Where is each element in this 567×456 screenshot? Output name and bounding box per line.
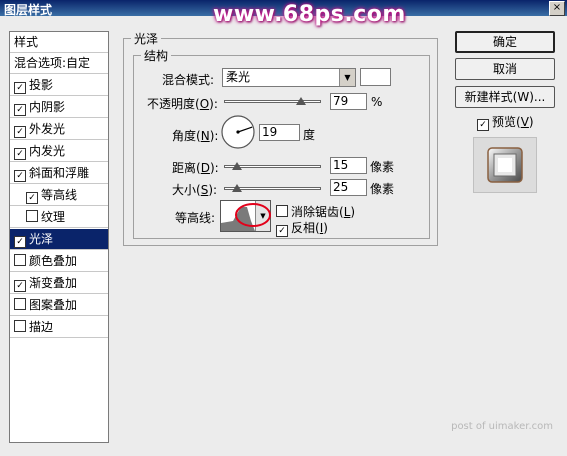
size-input[interactable]: 25 (330, 179, 367, 196)
opacity-slider-thumb[interactable] (295, 97, 306, 105)
checkbox[interactable]: ✓ (14, 82, 26, 94)
style-item-label: 等高线 (41, 188, 78, 202)
checkbox[interactable] (14, 320, 26, 332)
opacity-unit: % (371, 95, 383, 109)
structure-group-title: 结构 (141, 47, 172, 64)
blend-mode-select[interactable]: 柔光 ▼ (222, 68, 356, 87)
close-button[interactable]: × (549, 1, 565, 16)
cancel-button[interactable]: 取消 (455, 58, 555, 80)
opacity-input[interactable]: 79 (330, 93, 367, 110)
contour-label: 等高线: (175, 211, 216, 225)
preview-bevel-icon (487, 147, 523, 183)
style-item-blending-options[interactable]: 混合选项:自定 (10, 53, 108, 74)
opacity-label: 不透明度(O): (147, 97, 218, 111)
style-item-pattern-overlay[interactable]: 图案叠加 (10, 295, 108, 316)
checkbox[interactable]: ✓ (14, 280, 26, 292)
satin-group-title: 光泽 (131, 30, 162, 47)
distance-unit: 像素 (370, 160, 395, 174)
style-item-contour[interactable]: ✓ 等高线 (10, 185, 108, 206)
style-item-inner-shadow[interactable]: ✓ 内阴影 (10, 97, 108, 118)
style-item-label: 渐变叠加 (29, 276, 78, 290)
style-item-label: 描边 (29, 320, 54, 334)
checkbox[interactable]: ✓ (26, 192, 38, 204)
distance-label: 距离(D): (172, 161, 219, 175)
style-item-label: 纹理 (41, 210, 66, 224)
opacity-slider[interactable] (224, 100, 321, 103)
style-item-satin[interactable]: ✓ 光泽 (10, 229, 108, 250)
style-item-label: 投影 (29, 78, 54, 92)
size-label: 大小(S): (172, 183, 218, 197)
chevron-down-icon: ▼ (339, 69, 355, 86)
style-item-color-overlay[interactable]: 颜色叠加 (10, 251, 108, 272)
checkbox[interactable]: ✓ (14, 104, 26, 116)
style-preview-thumbnail (473, 137, 537, 193)
angle-unit: 度 (303, 128, 316, 142)
invert-checkbox[interactable]: ✓ (276, 225, 288, 237)
style-item-texture[interactable]: 纹理 (10, 207, 108, 228)
style-item-label: 外发光 (29, 122, 66, 136)
blend-mode-label: 混合模式: (162, 73, 215, 87)
size-slider-thumb[interactable] (232, 184, 242, 192)
style-item-inner-glow[interactable]: ✓ 内发光 (10, 141, 108, 162)
footer-credit: post of uimaker.com (451, 421, 553, 432)
preview-option[interactable]: ✓ 预览(V) (477, 113, 534, 131)
blend-mode-value: 柔光 (226, 70, 251, 84)
annotation-circle (235, 203, 271, 227)
style-item-drop-shadow[interactable]: ✓ 投影 (10, 75, 108, 96)
style-list: 样式 混合选项:自定 ✓ 投影 ✓ 内阴影 ✓ 外发光 ✓ 内发光 ✓ 斜面和浮雕 ✓ 等高… (9, 31, 109, 443)
style-item-label: 内发光 (29, 144, 66, 158)
blend-color-swatch[interactable] (360, 68, 391, 86)
checkbox[interactable] (14, 298, 26, 310)
new-style-button[interactable]: 新建样式(W)... (455, 86, 555, 108)
checkbox[interactable]: ✓ (14, 236, 26, 248)
ok-button[interactable]: 确定 (455, 31, 555, 53)
style-item-label: 光泽 (29, 232, 54, 246)
style-item-label: 图案叠加 (29, 298, 78, 312)
style-item-label: 内阴影 (29, 100, 66, 114)
angle-dial[interactable] (220, 114, 256, 150)
checkbox[interactable]: ✓ (14, 170, 26, 182)
antialias-option[interactable]: 消除锯齿(L) (276, 203, 355, 220)
style-item-gradient-overlay[interactable]: ✓ 渐变叠加 (10, 273, 108, 294)
size-unit: 像素 (370, 182, 395, 196)
style-item-label: 混合选项:自定 (14, 56, 91, 70)
checkbox[interactable]: ✓ (14, 126, 26, 138)
checkbox[interactable] (14, 254, 26, 266)
antialias-checkbox[interactable] (276, 205, 288, 217)
window-title: 图层样式 (4, 3, 53, 17)
distance-input[interactable]: 15 (330, 157, 367, 174)
checkbox[interactable] (26, 210, 38, 222)
angle-input[interactable]: 19 (259, 124, 300, 141)
style-item-label: 斜面和浮雕 (29, 166, 90, 180)
style-list-header[interactable]: 样式 (10, 32, 108, 53)
style-item-label: 颜色叠加 (29, 254, 78, 268)
style-item-bevel-emboss[interactable]: ✓ 斜面和浮雕 (10, 163, 108, 184)
preview-checkbox[interactable]: ✓ (477, 119, 489, 131)
style-item-stroke[interactable]: 描边 (10, 317, 108, 338)
watermark: www.68ps.com (213, 2, 406, 27)
style-item-outer-glow[interactable]: ✓ 外发光 (10, 119, 108, 140)
checkbox[interactable]: ✓ (14, 148, 26, 160)
invert-option[interactable]: ✓ 反相(I) (276, 219, 328, 237)
angle-label: 角度(N): (172, 129, 219, 143)
distance-slider-thumb[interactable] (232, 162, 242, 170)
